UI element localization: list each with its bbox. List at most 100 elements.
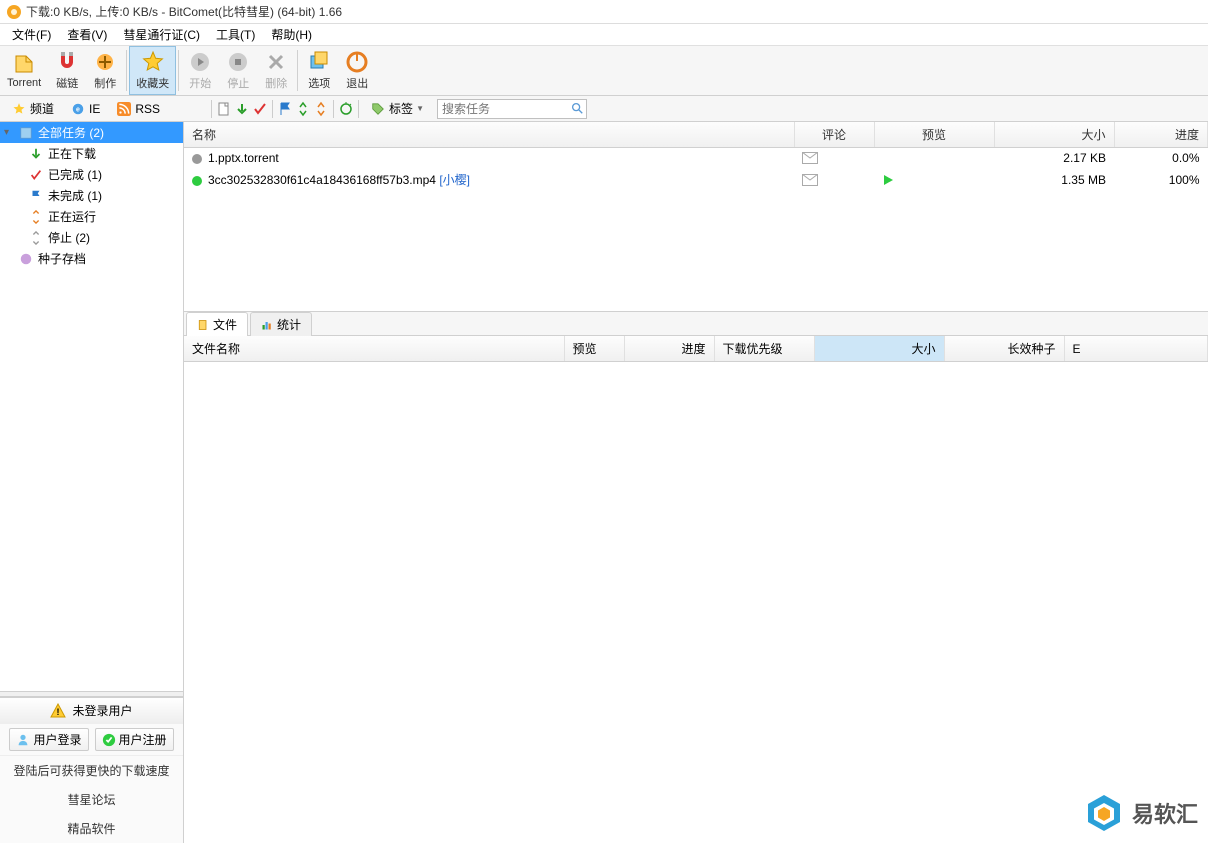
stats-icon — [261, 319, 273, 331]
menu-view[interactable]: 查看(V) — [59, 24, 115, 45]
folder-icon — [18, 125, 34, 141]
tab-files[interactable]: 文件 — [186, 312, 248, 336]
new-doc-icon[interactable] — [216, 101, 232, 117]
refresh-icon[interactable] — [338, 101, 354, 117]
tab-stats[interactable]: 统计 — [250, 312, 312, 336]
check-icon[interactable] — [252, 101, 268, 117]
stopped-icon — [28, 230, 44, 246]
col-size[interactable]: 大小 — [994, 122, 1114, 148]
preview-cell[interactable] — [874, 168, 994, 191]
soft-link[interactable]: 精品软件 — [0, 814, 183, 843]
menu-tools[interactable]: 工具(T) — [208, 24, 263, 45]
tree-unfinished[interactable]: 未完成 (1) — [0, 185, 183, 206]
check-icon — [28, 167, 44, 183]
dcol-size[interactable]: 大小 — [814, 336, 944, 362]
size-cell: 2.17 KB — [994, 148, 1114, 169]
svg-text:!: ! — [57, 707, 60, 717]
tree-downloading[interactable]: 正在下载 — [0, 143, 183, 164]
tree-archive[interactable]: 种子存档 — [0, 248, 183, 269]
forum-link[interactable]: 彗星论坛 — [0, 785, 183, 814]
make-button[interactable]: 制作 — [86, 46, 124, 95]
status-dot-icon — [192, 154, 202, 164]
bottom-panel: 文件 统计 文件名称 预览 进度 下载优先级 大 — [184, 312, 1208, 843]
exit-button[interactable]: 退出 — [338, 46, 376, 95]
main-area: 名称 评论 预览 大小 进度 1.pptx.torrent2.17 KB0.0%… — [184, 122, 1208, 843]
file-icon — [197, 319, 209, 331]
favorites-button[interactable]: 收藏夹 — [129, 46, 176, 95]
search-box — [437, 99, 587, 119]
star-icon — [141, 50, 165, 74]
menu-passport[interactable]: 彗星通行证(C) — [115, 24, 208, 45]
updown-green-icon[interactable] — [295, 101, 311, 117]
task-name: 1.pptx.torrent — [208, 151, 279, 165]
search-input[interactable] — [437, 99, 587, 119]
dcol-fname[interactable]: 文件名称 — [184, 336, 564, 362]
delete-button[interactable]: 删除 — [257, 46, 295, 95]
task-row[interactable]: 1.pptx.torrent2.17 KB0.0% — [184, 148, 1208, 169]
task-row[interactable]: 3cc302532830f61c4a18436168ff57b3.mp4 [小樱… — [184, 168, 1208, 191]
bottom-tabs: 文件 统计 — [184, 312, 1208, 336]
col-comment[interactable]: 评论 — [794, 122, 874, 148]
dcol-e[interactable]: E — [1064, 336, 1208, 362]
options-button[interactable]: 选项 — [300, 46, 338, 95]
torrent-icon — [12, 52, 36, 76]
magnet-icon — [55, 50, 79, 74]
menu-bar: 文件(F) 查看(V) 彗星通行证(C) 工具(T) 帮助(H) — [0, 24, 1208, 46]
login-tip: 登陆后可获得更快的下载速度 — [0, 756, 183, 785]
options-icon — [307, 50, 331, 74]
start-button[interactable]: 开始 — [181, 46, 219, 95]
expander-icon[interactable]: ▾ — [4, 127, 14, 138]
preview-cell[interactable] — [874, 148, 994, 169]
register-button[interactable]: 用户注册 — [95, 728, 174, 751]
flag-icon[interactable] — [277, 101, 293, 117]
play-icon — [188, 50, 212, 74]
dcol-priority[interactable]: 下载优先级 — [714, 336, 814, 362]
stop-button[interactable]: 停止 — [219, 46, 257, 95]
torrent-button[interactable]: Torrent — [0, 46, 48, 95]
magnet-button[interactable]: 磁链 — [48, 46, 86, 95]
menu-help[interactable]: 帮助(H) — [263, 24, 320, 45]
menu-file[interactable]: 文件(F) — [4, 24, 59, 45]
make-icon — [93, 50, 117, 74]
user-status-row: ! 未登录用户 — [0, 698, 183, 724]
task-tag: [小樱] — [436, 173, 470, 187]
toolbar-separator — [178, 50, 179, 91]
down-arrow-icon[interactable] — [234, 101, 250, 117]
sidebar: ▾ 全部任务 (2) 正在下载 已完成 (1) 未完成 (1) 正在运行 — [0, 122, 184, 843]
status-dot-icon — [192, 176, 202, 186]
task-table: 名称 评论 预览 大小 进度 1.pptx.torrent2.17 KB0.0%… — [184, 122, 1208, 312]
dcol-progress[interactable]: 进度 — [624, 336, 714, 362]
updown-orange-icon[interactable] — [313, 101, 329, 117]
dcol-preview[interactable]: 预览 — [564, 336, 624, 362]
rss-icon — [116, 101, 132, 117]
content-area: ▾ 全部任务 (2) 正在下载 已完成 (1) 未完成 (1) 正在运行 — [0, 122, 1208, 843]
comment-cell[interactable] — [794, 168, 874, 191]
svg-text:e: e — [76, 106, 80, 113]
watermark-text: 易软汇 — [1132, 797, 1198, 829]
col-preview[interactable]: 预览 — [874, 122, 994, 148]
detail-table: 文件名称 预览 进度 下载优先级 大小 长效种子 E — [184, 336, 1208, 843]
col-progress[interactable]: 进度 — [1114, 122, 1208, 148]
watermark: 易软汇 — [1084, 793, 1198, 833]
star-icon — [11, 101, 27, 117]
channel-button[interactable]: 频道 — [4, 97, 61, 120]
tree-finished[interactable]: 已完成 (1) — [0, 164, 183, 185]
dcol-seed[interactable]: 长效种子 — [944, 336, 1064, 362]
col-name[interactable]: 名称 — [184, 122, 794, 148]
ie-button[interactable]: e IE — [63, 98, 107, 120]
user-icon — [16, 733, 30, 747]
ok-icon — [102, 733, 116, 747]
tree-stopped[interactable]: 停止 (2) — [0, 227, 183, 248]
flag-icon — [28, 188, 44, 204]
comment-cell[interactable] — [794, 148, 874, 169]
size-cell: 1.35 MB — [994, 168, 1114, 191]
rss-button[interactable]: RSS — [109, 98, 167, 120]
task-name: 3cc302532830f61c4a18436168ff57b3.mp4 — [208, 173, 436, 187]
tree-all-tasks[interactable]: ▾ 全部任务 (2) — [0, 122, 183, 143]
search-icon[interactable] — [570, 101, 584, 115]
tags-button[interactable]: 标签 ▼ — [363, 97, 431, 120]
dropdown-icon: ▼ — [416, 104, 424, 113]
login-button[interactable]: 用户登录 — [9, 728, 88, 751]
main-toolbar: Torrent 磁链 制作 收藏夹 开始 停止 删除 选项 退出 — [0, 46, 1208, 96]
tree-running[interactable]: 正在运行 — [0, 206, 183, 227]
